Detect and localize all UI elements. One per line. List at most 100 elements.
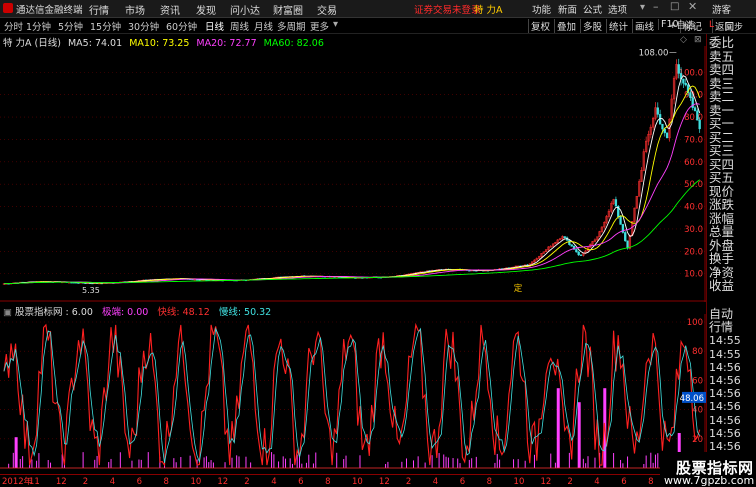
period-30min[interactable]: 30分钟 bbox=[128, 19, 159, 33]
indicator-tick-label: 60 bbox=[692, 376, 703, 386]
tick-time-6: 14:56 bbox=[709, 387, 741, 401]
period-daily[interactable]: 日线 bbox=[205, 19, 224, 33]
period-5min[interactable]: 5分钟 bbox=[58, 19, 83, 33]
ma20-line bbox=[3, 103, 700, 285]
add-favorite-button[interactable]: +自选 bbox=[669, 18, 695, 31]
menu-jiaoyi[interactable]: 交易 bbox=[317, 2, 337, 17]
menu-shichang[interactable]: 市场 bbox=[125, 2, 145, 17]
x-tick-label: 8 bbox=[325, 477, 330, 487]
candle-body bbox=[661, 123, 664, 130]
quote-label-3: 卖三 bbox=[709, 75, 735, 91]
x-tick-label: 2 bbox=[83, 477, 88, 487]
quote-label-17: 净资 bbox=[709, 264, 735, 280]
right-panel: L 同步 委比 卖五 卖四 卖三 卖二 卖一 买一 买二 买三 买四 买五 现价 涨跌 涨幅 总量 外盘 换手净… bbox=[669, 20, 756, 486]
menu-zixun[interactable]: 资讯 bbox=[160, 2, 180, 17]
maximize-icon[interactable]: □ bbox=[670, 1, 679, 12]
panel-sync-label[interactable]: 同步 bbox=[725, 20, 743, 33]
tool-duogu[interactable]: 多股 bbox=[580, 19, 604, 33]
close-icon[interactable]: ✕ bbox=[688, 0, 697, 13]
ding-marker: 定 bbox=[514, 283, 523, 294]
menu-gongshi[interactable]: 公式 bbox=[583, 2, 602, 16]
period-bar: 分时 1分钟 5分钟 15分钟 30分钟 60分钟 日线 周线 月线 多周期 更… bbox=[0, 18, 756, 34]
quote-label-5: 卖一 bbox=[709, 102, 735, 118]
tick-time-4: 14:56 bbox=[709, 360, 741, 374]
menu-caifuquan[interactable]: 财富圈 bbox=[273, 2, 303, 17]
candle-body bbox=[619, 216, 622, 225]
price-chart[interactable]: 100.090.080.070.060.050.040.030.020.010.… bbox=[0, 46, 706, 302]
tick-time-8: 14:56 bbox=[709, 413, 741, 427]
low-price-label: 5.35 bbox=[82, 286, 100, 295]
app-logo-icon bbox=[3, 3, 13, 13]
quote-label-18: 收益 bbox=[709, 278, 735, 293]
price-tick-label: 10.0 bbox=[684, 270, 703, 280]
candle-body bbox=[577, 251, 580, 256]
candle-body bbox=[693, 107, 697, 112]
period-multi[interactable]: 多周期 bbox=[277, 19, 306, 33]
x-tick-label: 4 bbox=[433, 477, 438, 487]
tick-time-2: 14:55 bbox=[709, 334, 741, 348]
ma60-line bbox=[3, 179, 700, 285]
x-tick-label: 2 bbox=[244, 477, 249, 487]
indicator-tick-label: 80 bbox=[692, 347, 703, 357]
tool-diejia[interactable]: 叠加 bbox=[554, 19, 578, 33]
ma5-line bbox=[3, 75, 701, 285]
period-15min[interactable]: 15分钟 bbox=[90, 19, 121, 33]
watermark-url: www.7gpzb.com bbox=[664, 474, 755, 487]
candle-body bbox=[684, 82, 687, 86]
extreme-bar bbox=[556, 388, 560, 468]
menu-hangqing[interactable]: 行情 bbox=[89, 2, 109, 17]
candle-body bbox=[698, 119, 701, 130]
price-tick-label: 20.0 bbox=[684, 247, 703, 257]
quote-label-10: 买五 bbox=[709, 170, 735, 185]
quote-label-13: 涨幅 bbox=[709, 210, 735, 226]
menu-xuanxiang[interactable]: 选项 bbox=[608, 2, 627, 16]
x-tick-label: 4 bbox=[271, 477, 276, 487]
menu-bar: 通达信金融终端 行情 市场 资讯 发现 问小达 财富圈 交易 证券交易未登录 特… bbox=[0, 0, 756, 18]
x-tick-label: 8 bbox=[164, 477, 169, 487]
tool-tongji[interactable]: 统计 bbox=[606, 19, 630, 33]
candle-body bbox=[665, 132, 669, 139]
stock-title: 特 力A bbox=[474, 5, 503, 16]
chart-diamond-icon[interactable]: ◇ bbox=[680, 35, 687, 45]
price-tick-label: 70.0 bbox=[684, 135, 703, 145]
minimize-icon[interactable]: – bbox=[653, 0, 659, 13]
period-60min[interactable]: 60分钟 bbox=[166, 19, 197, 33]
tick-time-7: 14:56 bbox=[709, 400, 741, 414]
tool-huaxian[interactable]: 画线 bbox=[632, 19, 656, 33]
x-tick-label: 12 bbox=[56, 477, 67, 487]
extreme-bar bbox=[14, 437, 18, 468]
period-fenshi[interactable]: 分时 bbox=[4, 19, 23, 33]
menu-xinmian[interactable]: 新面 bbox=[558, 2, 577, 16]
quote-label-16: 换手 bbox=[709, 251, 735, 266]
period-more[interactable]: 更多 bbox=[310, 19, 329, 33]
period-1min[interactable]: 1分钟 bbox=[26, 19, 51, 33]
app-title: 通达信金融终端 bbox=[16, 5, 83, 16]
indicator-chart[interactable]: 1008060402048.06 bbox=[0, 314, 706, 474]
period-weekly[interactable]: 周线 bbox=[230, 19, 249, 33]
x-axis: 2012年1112246810122468101224681012246811 bbox=[0, 474, 706, 487]
menu-dropdown-icon[interactable]: ▾ bbox=[640, 2, 645, 13]
price-tick-label: 40.0 bbox=[684, 203, 703, 213]
menu-wenxiaoda[interactable]: 问小达 bbox=[230, 2, 260, 17]
x-tick-label: 11 bbox=[29, 477, 40, 487]
more-dropdown-icon[interactable]: ▾ bbox=[333, 19, 338, 30]
x-tick-label: 8 bbox=[487, 477, 492, 487]
period-monthly[interactable]: 月线 bbox=[254, 19, 273, 33]
candle-body bbox=[563, 236, 566, 239]
tick-time-9: 14:56 bbox=[709, 426, 741, 440]
user-guest[interactable]: 游客 bbox=[712, 2, 731, 16]
chart-expand-icon[interactable]: ⊠ bbox=[694, 35, 702, 45]
x-tick-label: 4 bbox=[110, 477, 115, 487]
menu-faxian[interactable]: 发现 bbox=[196, 2, 216, 17]
quote-label-14: 总量 bbox=[709, 224, 735, 239]
quote-label-4: 卖二 bbox=[709, 89, 735, 104]
candle-body bbox=[682, 78, 685, 84]
tool-fuquan[interactable]: 复权 bbox=[528, 19, 552, 33]
indicator-tick-label: 100 bbox=[687, 318, 703, 328]
extreme-bar bbox=[577, 402, 581, 468]
menu-gongneng[interactable]: 功能 bbox=[532, 2, 551, 16]
login-warning[interactable]: 证券交易未登录 bbox=[414, 2, 481, 16]
panel-l-label[interactable]: L bbox=[709, 20, 714, 30]
ma10-line bbox=[3, 85, 701, 285]
quote-label-8: 买三 bbox=[709, 143, 735, 158]
